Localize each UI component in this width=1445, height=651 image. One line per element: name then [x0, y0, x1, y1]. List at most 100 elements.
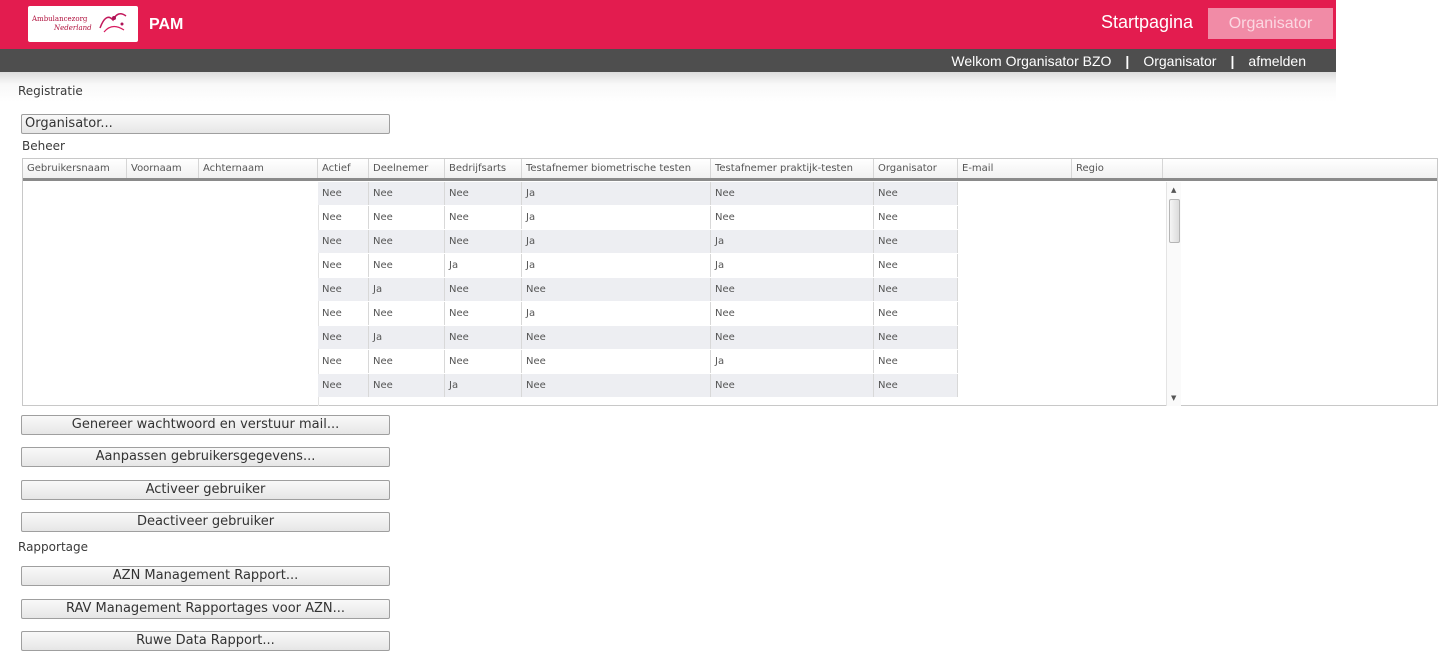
scroll-up-icon[interactable]: ▲ — [1171, 186, 1176, 194]
col-email[interactable]: E-mail — [958, 159, 1072, 178]
cell-biometrisch: Nee — [522, 374, 711, 397]
col-testafnemer-biometrisch[interactable]: Testafnemer biometrische testen — [522, 159, 711, 178]
table-row[interactable]: Nee Nee Nee Ja Nee Nee — [318, 302, 958, 325]
table-row[interactable]: Nee Nee Nee Ja Ja Nee — [318, 230, 958, 253]
cell-actief: Nee — [318, 254, 369, 277]
col-achternaam[interactable]: Achternaam — [199, 159, 318, 178]
logo-text-line2: Nederland — [54, 24, 92, 32]
cell-bedrijfsarts: Ja — [445, 374, 522, 397]
cell-deelnemer: Nee — [369, 302, 445, 325]
cell-actief: Nee — [318, 182, 369, 205]
cell-bedrijfsarts: Nee — [445, 326, 522, 349]
ambulancezorg-logo: Ambulancezorg Nederland — [28, 6, 138, 42]
cell-deelnemer: Nee — [369, 350, 445, 373]
beheer-title: Beheer — [22, 139, 65, 153]
cell-organisator: Nee — [874, 230, 958, 253]
cell-bedrijfsarts: Nee — [445, 182, 522, 205]
rapportage-title: Rapportage — [18, 540, 88, 554]
cell-organisator: Nee — [874, 302, 958, 325]
col-actief[interactable]: Actief — [318, 159, 369, 178]
organisator-button[interactable]: Organisator... — [21, 114, 390, 134]
col-regio[interactable]: Regio — [1072, 159, 1163, 178]
table-row[interactable]: Nee Nee Nee Nee Ja Nee — [318, 350, 958, 373]
startpagina-link[interactable]: Startpagina — [1101, 12, 1193, 33]
cell-praktijk: Nee — [711, 326, 874, 349]
grid-scrollbar[interactable]: ▲ ▼ — [1166, 182, 1181, 406]
cell-organisator: Nee — [874, 254, 958, 277]
cell-praktijk: Ja — [711, 254, 874, 277]
cell-actief: Nee — [318, 230, 369, 253]
cell-biometrisch: Ja — [522, 182, 711, 205]
col-gebruikersnaam[interactable]: Gebruikersnaam — [23, 159, 127, 178]
cell-praktijk: Ja — [711, 350, 874, 373]
table-row[interactable]: Nee Nee Nee Ja Nee Nee — [318, 206, 958, 229]
logo-emblem-icon — [99, 13, 127, 33]
cell-organisator: Nee — [874, 374, 958, 397]
cell-praktijk: Nee — [711, 206, 874, 229]
cell-deelnemer: Nee — [369, 230, 445, 253]
table-row[interactable]: Nee Ja Nee Nee Nee Nee — [318, 326, 958, 349]
cell-organisator: Nee — [874, 206, 958, 229]
cell-biometrisch: Ja — [522, 302, 711, 325]
col-organisator[interactable]: Organisator — [874, 159, 958, 178]
cell-actief: Nee — [318, 302, 369, 325]
separator: | — [1125, 52, 1130, 69]
cell-bedrijfsarts: Nee — [445, 302, 522, 325]
table-row[interactable]: Nee Nee Nee Ja Nee Nee — [318, 182, 958, 205]
cell-bedrijfsarts: Nee — [445, 278, 522, 301]
logout-link[interactable]: afmelden — [1248, 53, 1306, 69]
edit-user-button[interactable]: Aanpassen gebruikersgegevens... — [21, 447, 390, 467]
cell-deelnemer: Nee — [369, 182, 445, 205]
grid-body: Nee Nee Nee Ja Nee Nee Nee Nee Nee Ja Nee Nee Nee Nee… — [23, 182, 1437, 406]
app-title: PAM — [149, 16, 184, 33]
cell-organisator: Nee — [874, 350, 958, 373]
table-row[interactable]: Nee Ja Nee Nee Nee Nee — [318, 278, 958, 301]
table-row[interactable]: Nee Nee Ja Ja Ja Nee — [318, 254, 958, 277]
cell-organisator: Nee — [874, 326, 958, 349]
rav-report-button[interactable]: RAV Management Rapportages voor AZN... — [21, 599, 390, 619]
logo-text-line1: Ambulancezorg — [32, 15, 88, 23]
users-grid[interactable]: Gebruikersnaam Voornaam Achternaam Actie… — [22, 158, 1438, 406]
cell-bedrijfsarts: Nee — [445, 206, 522, 229]
welcome-text: Welkom Organisator BZO — [951, 52, 1112, 69]
registratie-title: Registratie — [18, 84, 83, 98]
cell-biometrisch: Nee — [522, 326, 711, 349]
cell-deelnemer: Nee — [369, 374, 445, 397]
col-voornaam[interactable]: Voornaam — [127, 159, 199, 178]
cell-praktijk: Nee — [711, 278, 874, 301]
table-row[interactable]: Nee Nee Ja Nee Nee Nee — [318, 374, 958, 397]
cell-actief: Nee — [318, 206, 369, 229]
user-bar: Welkom Organisator BZO | Organisator | a… — [0, 49, 1336, 72]
cell-biometrisch: Ja — [522, 254, 711, 277]
scroll-thumb[interactable] — [1169, 199, 1180, 243]
cell-praktijk: Ja — [711, 230, 874, 253]
col-deelnemer[interactable]: Deelnemer — [369, 159, 445, 178]
azn-report-button[interactable]: AZN Management Rapport... — [21, 566, 390, 586]
cell-deelnemer: Nee — [369, 254, 445, 277]
col-testafnemer-praktijk[interactable]: Testafnemer praktijk-testen — [711, 159, 874, 178]
cell-actief: Nee — [318, 350, 369, 373]
cell-bedrijfsarts: Nee — [445, 230, 522, 253]
cell-biometrisch: Nee — [522, 278, 711, 301]
cell-actief: Nee — [318, 326, 369, 349]
cell-praktijk: Nee — [711, 374, 874, 397]
cell-biometrisch: Ja — [522, 230, 711, 253]
generate-password-button[interactable]: Genereer wachtwoord en verstuur mail... — [21, 415, 390, 435]
cell-praktijk: Nee — [711, 182, 874, 205]
cell-actief: Nee — [318, 278, 369, 301]
organisator-role-button[interactable]: Organisator — [1208, 8, 1333, 39]
cell-deelnemer: Ja — [369, 278, 445, 301]
cell-actief: Nee — [318, 374, 369, 397]
cell-organisator: Nee — [874, 278, 958, 301]
organisator-link[interactable]: Organisator — [1143, 53, 1216, 69]
raw-data-report-button[interactable]: Ruwe Data Rapport... — [21, 631, 390, 651]
cell-bedrijfsarts: Nee — [445, 350, 522, 373]
cell-praktijk: Nee — [711, 302, 874, 325]
col-bedrijfsarts[interactable]: Bedrijfsarts — [445, 159, 522, 178]
scroll-down-icon[interactable]: ▼ — [1171, 394, 1176, 402]
activate-user-button[interactable]: Activeer gebruiker — [21, 480, 390, 500]
deactivate-user-button[interactable]: Deactiveer gebruiker — [21, 512, 390, 532]
cell-biometrisch: Ja — [522, 206, 711, 229]
grid-header: Gebruikersnaam Voornaam Achternaam Actie… — [23, 159, 1437, 181]
top-bar: Ambulancezorg Nederland PAM Startpagina … — [0, 0, 1336, 49]
